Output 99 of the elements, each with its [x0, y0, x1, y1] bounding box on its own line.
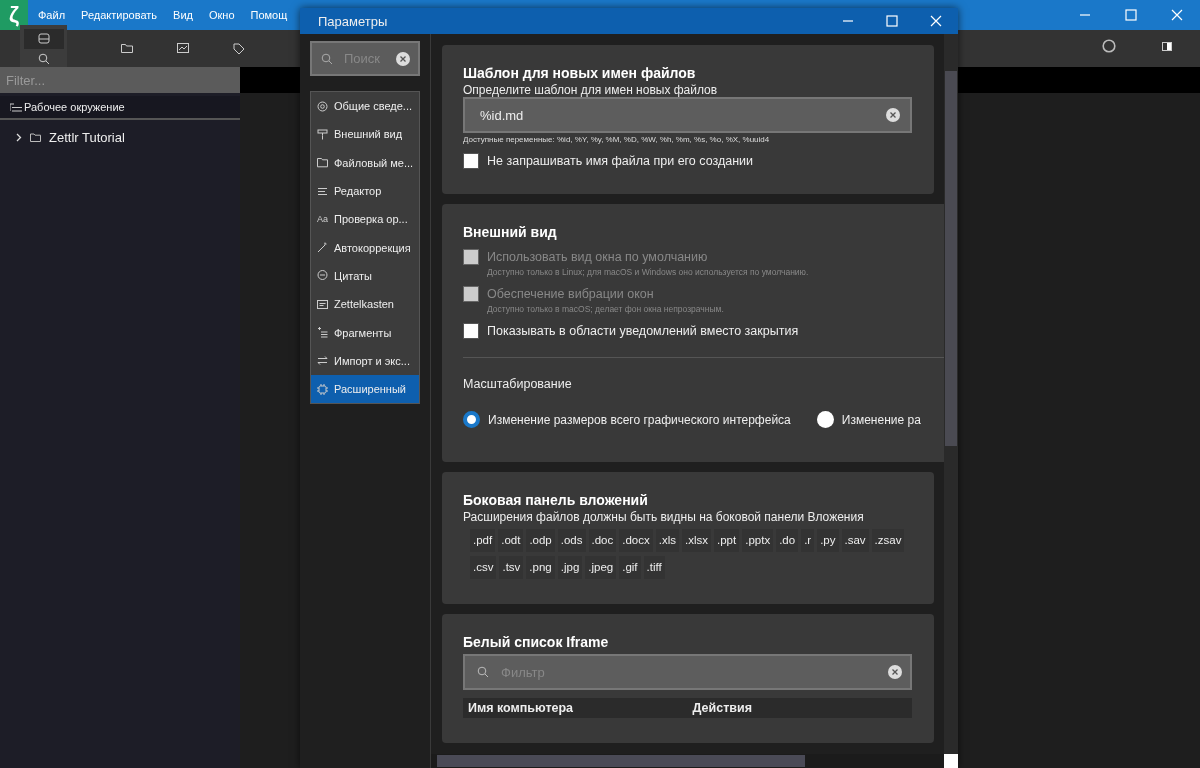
card-icon — [317, 298, 328, 310]
column-header: Имя компьютера — [467, 701, 575, 715]
menu-item[interactable]: Редактировать — [81, 9, 158, 21]
extension-tag[interactable]: .csv — [470, 556, 497, 579]
dialog-title: Параметры — [318, 13, 388, 29]
tree-item[interactable]: Zettlr Tutorial — [49, 130, 125, 145]
section-description: Определите шаблон для имен новых файлов — [463, 83, 719, 97]
nav-item[interactable]: Фрагменты — [311, 318, 419, 347]
vertical-scrollbar[interactable] — [944, 34, 958, 754]
indent-icon — [317, 327, 328, 338]
clear-icon[interactable] — [396, 51, 410, 66]
nav-item[interactable]: Цитаты — [311, 261, 419, 291]
checkbox-label: Показывать в области уведомлений вместо закрытия — [487, 323, 799, 339]
clear-icon[interactable] — [886, 108, 900, 122]
filter-field[interactable]: Filter... — [0, 67, 240, 93]
clear-icon[interactable] — [888, 665, 902, 679]
maximize-icon[interactable] — [886, 15, 898, 27]
checkbox-note: Доступно только в macOS; делает фон окна непрозрачным. — [487, 304, 724, 314]
search-icon — [477, 666, 489, 678]
search-icon[interactable] — [37, 53, 50, 65]
radio-button[interactable] — [816, 411, 834, 428]
radio-button[interactable] — [463, 411, 480, 428]
nav-item[interactable]: Aa Проверка ор... — [311, 205, 419, 234]
section-title: Белый список Iframe — [463, 634, 610, 650]
extension-tag[interactable]: .gif — [619, 556, 641, 579]
extension-tag[interactable]: .py — [817, 529, 839, 552]
search-icon — [321, 52, 333, 65]
nav-item[interactable]: Общие сведе... — [311, 92, 419, 121]
scrollbar-corner — [944, 754, 958, 768]
font-icon: Aa — [317, 214, 328, 225]
subheading: Масштабирование — [463, 377, 572, 391]
extension-tag[interactable]: .odp — [526, 529, 555, 552]
extension-tag[interactable]: .r — [801, 529, 815, 552]
extension-tag[interactable]: .tiff — [643, 556, 665, 579]
wand-icon — [317, 242, 328, 254]
extension-tag[interactable]: .jpg — [557, 556, 583, 579]
extension-tag[interactable]: .odt — [498, 529, 524, 552]
section-title: Боковая панель вложений — [463, 492, 649, 508]
checkbox[interactable] — [463, 153, 479, 169]
folder-icon — [317, 157, 328, 169]
menu-item[interactable]: Окно — [208, 9, 235, 21]
sidebar-toggle-icon[interactable] — [1162, 42, 1172, 51]
extension-tag[interactable]: .docx — [619, 529, 653, 552]
section-description: Расширения файлов должны быть видны на боковой панели Вложения — [463, 510, 865, 524]
checkbox-note: Доступно только в Linux; для macOS и Windows оно используется по умолчанию. — [487, 267, 809, 277]
radio-label: Изменение ра — [841, 412, 921, 427]
extension-tag[interactable]: .tsv — [499, 556, 524, 579]
tag-icon[interactable] — [233, 43, 245, 55]
extension-tag[interactable]: .pdf — [470, 529, 496, 552]
extension-tag[interactable]: .xls — [655, 529, 679, 552]
bubble-icon — [317, 270, 328, 282]
section-title: Шаблон для новых имен файлов — [463, 65, 697, 81]
menu-item[interactable]: Вид — [173, 9, 193, 21]
radio-label: Изменение размеров всего графического интерфейса — [488, 412, 791, 427]
chip-icon — [317, 383, 328, 395]
nav-item[interactable]: Расширенный — [311, 374, 419, 404]
section-title: Внешний вид — [463, 224, 558, 240]
extension-tag[interactable]: .sav — [841, 529, 869, 552]
nav-item[interactable]: Автокоррекция — [311, 233, 419, 262]
menu-item[interactable]: Файл — [38, 9, 66, 21]
extension-tag[interactable]: .doc — [588, 529, 617, 552]
extension-tag[interactable]: .jpeg — [585, 556, 617, 579]
drive-icon[interactable] — [23, 29, 64, 49]
nav-item[interactable]: Zettelkasten — [311, 290, 419, 319]
extension-tag[interactable]: .zsav — [871, 529, 905, 552]
arrows-icon — [317, 355, 328, 367]
filename-field[interactable]: %id.md — [463, 97, 912, 133]
circle-icon[interactable] — [1102, 39, 1116, 53]
nav-item[interactable]: Файловый ме... — [311, 148, 419, 177]
menu-item[interactable]: Помощ — [250, 9, 288, 21]
checkbox-label: Обеспечение вибрации окон — [487, 286, 655, 302]
horizontal-scrollbar[interactable] — [431, 754, 944, 768]
nav-item[interactable]: Импорт и экс... — [311, 346, 419, 375]
checkbox-label: Использовать вид окна по умолчанию — [487, 249, 709, 265]
folder-icon — [30, 133, 41, 142]
checkbox[interactable] — [463, 323, 479, 339]
maximize-icon[interactable] — [1125, 9, 1137, 21]
image-icon[interactable] — [177, 43, 189, 53]
gear-icon — [317, 100, 328, 112]
nav-item[interactable]: Редактор — [311, 176, 419, 206]
extension-tag[interactable]: .ppt — [714, 529, 740, 552]
app-logo[interactable]: ζ — [0, 0, 28, 30]
extension-tag[interactable]: .do — [776, 529, 799, 552]
extension-tag[interactable]: .xlsx — [682, 529, 711, 552]
extension-tag[interactable]: .pptx — [742, 529, 774, 552]
nav-item[interactable]: Внешний вид — [311, 120, 419, 149]
lines-icon — [317, 185, 328, 197]
workspace-header: Рабочее окружение — [24, 101, 125, 113]
workspace-icon — [10, 102, 22, 112]
folder-icon[interactable] — [121, 43, 133, 53]
roller-icon — [317, 128, 328, 140]
field-hint: Доступные переменные: %id, %Y, %y, %M, %D, %W, %h, %m, %s, %o, %X, %uuid4 — [463, 135, 771, 144]
extension-tag[interactable]: .ods — [557, 529, 586, 552]
close-icon[interactable] — [930, 15, 942, 27]
column-header: Действия — [691, 701, 753, 715]
checkbox-label: Не запрашивать имя файла при его создании — [487, 153, 754, 169]
close-icon[interactable] — [1171, 9, 1183, 21]
chevron-icon[interactable] — [16, 133, 22, 142]
extension-tag[interactable]: .png — [526, 556, 555, 579]
